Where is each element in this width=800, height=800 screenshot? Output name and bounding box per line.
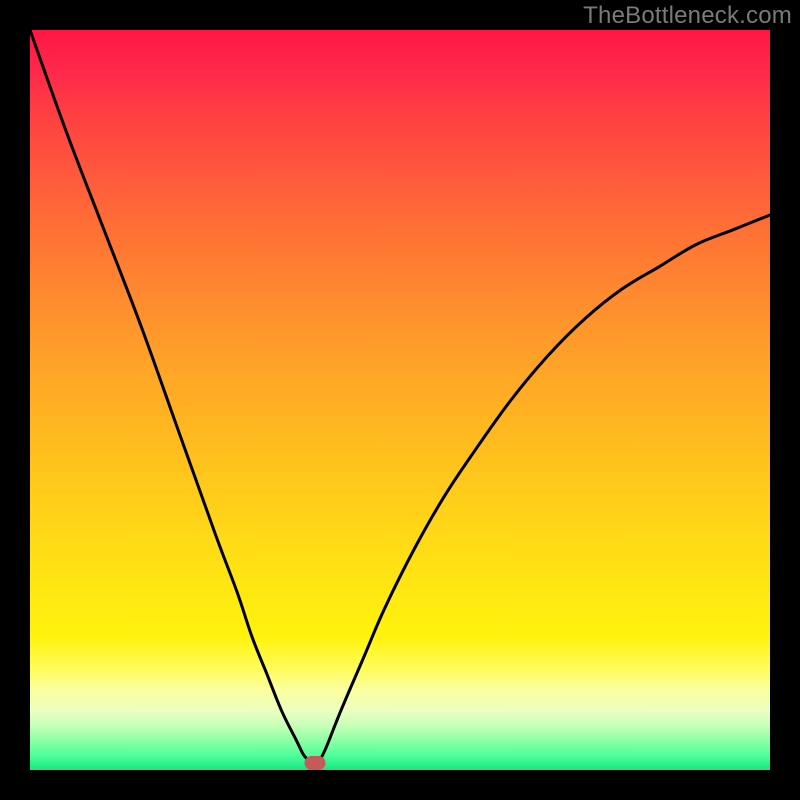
curve-layer <box>0 0 800 800</box>
bottleneck-marker <box>304 756 325 770</box>
curve-left-branch <box>30 30 311 763</box>
watermark-text: TheBottleneck.com <box>583 2 792 30</box>
curve-right-branch <box>319 215 770 763</box>
chart-frame: TheBottleneck.com <box>0 0 800 800</box>
